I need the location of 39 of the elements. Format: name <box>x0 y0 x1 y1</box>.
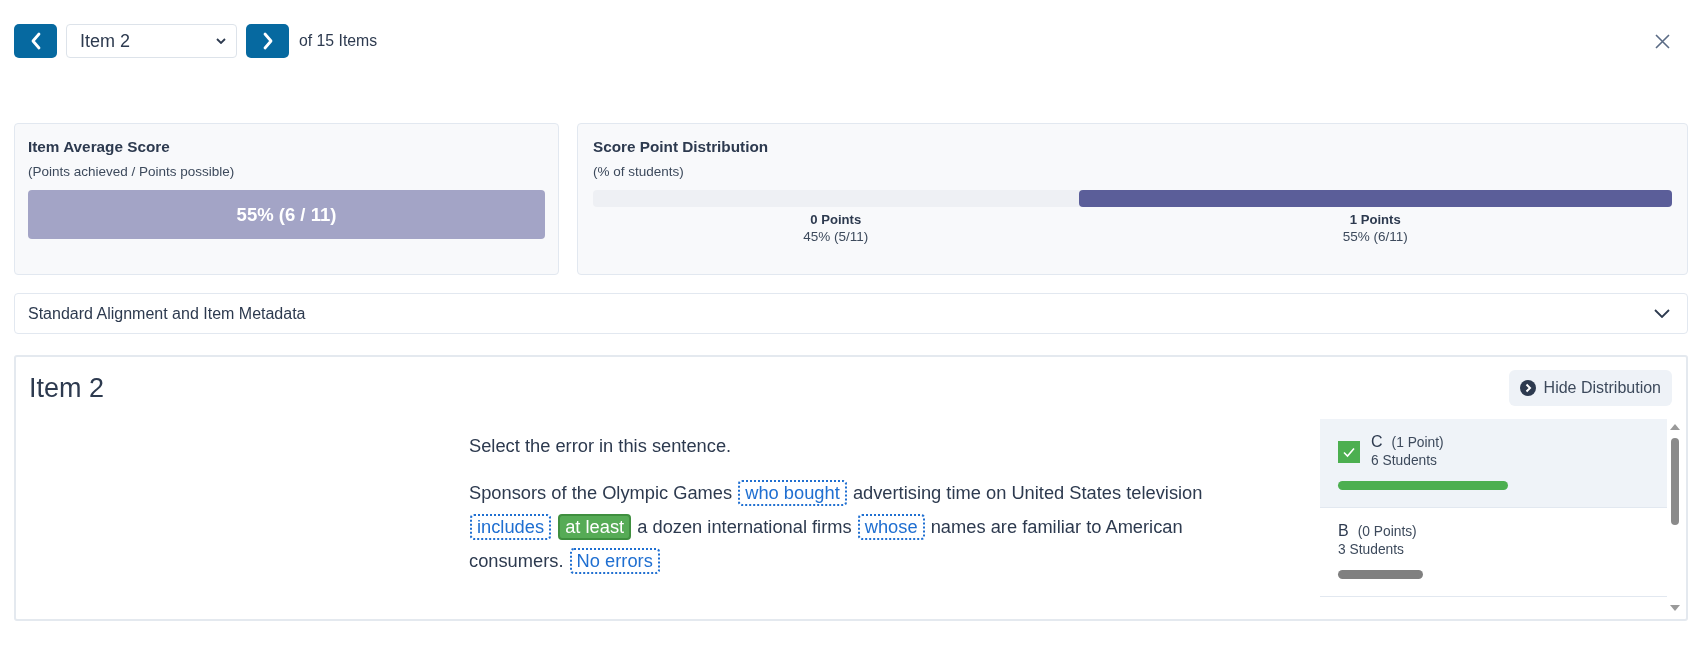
student-count: 3 Students <box>1338 541 1405 559</box>
segment-percentage: 55% (6/11) <box>1342 228 1408 245</box>
answer-choice[interactable]: includes <box>470 514 552 540</box>
previous-button[interactable] <box>14 24 57 58</box>
metadata-section-header[interactable]: Standard Alignment and Item Metadata <box>14 293 1688 334</box>
section-title: Standard Alignment and Item Metadata <box>28 304 306 323</box>
checkbox-icon <box>1338 441 1360 463</box>
segment-label: 0 Points <box>810 212 862 228</box>
close-icon[interactable] <box>1655 33 1670 49</box>
answer-choice[interactable]: who bought <box>738 480 847 506</box>
passage-text: Sponsors of the Olympic Games who bought advertising time on United States television includes at least a dozen international firms whose names are familiar to American consumers. No errors <box>469 476 1239 578</box>
answer-choice[interactable]: at least <box>558 514 632 540</box>
student-count: 6 Students <box>1371 452 1438 470</box>
item-count: of 15 Items <box>299 32 378 50</box>
item-title: Item 2 <box>29 372 105 404</box>
chevron-circle-icon <box>1519 380 1536 396</box>
answer-points: (0 Points) <box>1357 523 1417 541</box>
chevron-left-icon <box>29 32 42 50</box>
chevron-right-icon <box>261 32 274 50</box>
next-button[interactable] <box>246 24 289 58</box>
answer-letter: B <box>1338 522 1349 540</box>
caret-icon <box>216 38 226 44</box>
card-title: Score Point Distribution <box>593 137 770 157</box>
scroll-down-icon[interactable] <box>1670 605 1680 611</box>
hide-distribution-button[interactable]: Hide Distribution <box>1508 370 1672 406</box>
answer-letter: C <box>1371 433 1383 451</box>
question-prompt: Select the error in this sentence. <box>469 434 733 458</box>
segment-percentage: 45% (5/11) <box>803 228 869 245</box>
segment-label: 1 Points <box>1349 212 1401 228</box>
item-select[interactable]: Item 2 <box>66 24 237 58</box>
scrollbar-thumb[interactable] <box>1671 438 1679 525</box>
answer-choice[interactable]: No errors <box>569 548 660 574</box>
card-title: Item Average Score <box>28 137 171 157</box>
average-score-bar: 55% (6 / 11) <box>28 190 545 239</box>
scroll-up-icon[interactable] <box>1670 424 1680 430</box>
card-subtitle: (Points achieved / Points possible) <box>28 163 236 180</box>
answer-choice[interactable]: whose <box>857 514 925 540</box>
answer-points: (1 Point) <box>1391 434 1444 452</box>
card-subtitle: (% of students) <box>593 163 685 180</box>
